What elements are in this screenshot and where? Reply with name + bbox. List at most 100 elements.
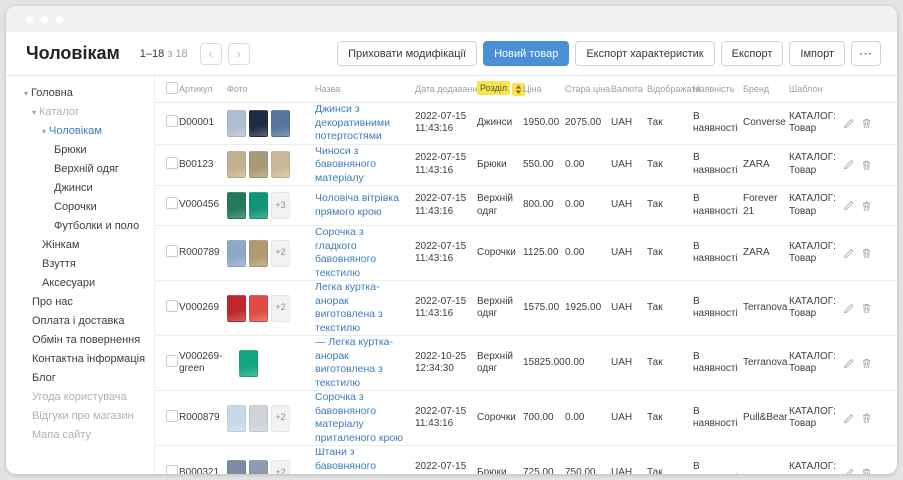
sidebar-item[interactable]: Аксесуари xyxy=(22,274,150,293)
column-header-template[interactable]: Шаблон xyxy=(789,84,843,94)
product-old-price: 0.00 xyxy=(565,199,611,212)
product-name-link[interactable]: — Легка куртка-анорак виготовлена з текс… xyxy=(315,336,393,389)
edit-icon[interactable] xyxy=(843,118,854,129)
column-header-section[interactable]: Розділ xyxy=(477,83,523,96)
row-checkbox[interactable] xyxy=(166,115,178,127)
sidebar-item[interactable]: Джинси xyxy=(22,179,150,198)
delete-icon[interactable] xyxy=(861,117,872,129)
edit-icon[interactable] xyxy=(843,159,854,170)
delete-icon[interactable] xyxy=(861,412,872,424)
product-photo xyxy=(271,151,290,178)
column-header-sku[interactable]: Артикул xyxy=(179,84,227,94)
sidebar-item-label: Джинси xyxy=(54,179,93,198)
column-header-name[interactable]: Назва xyxy=(315,84,415,94)
page-header: Чоловікам 1–18 з 18 ‹ › Приховати модифі… xyxy=(6,32,897,75)
sidebar-item[interactable]: Обмін та повернення xyxy=(22,331,150,350)
sidebar-item[interactable]: Жінкам xyxy=(22,236,150,255)
new-product-button[interactable]: Новий товар xyxy=(483,41,569,66)
delete-icon[interactable] xyxy=(861,159,872,171)
window-dot-icon[interactable] xyxy=(41,16,48,23)
delete-icon[interactable] xyxy=(861,200,872,212)
product-name-link[interactable]: Легка куртка-анорак виготовлена з тексти… xyxy=(315,281,383,334)
product-photos: +2 xyxy=(227,240,315,267)
product-name-link[interactable]: Сорочка з бавовняного матеріалу притален… xyxy=(315,391,403,444)
sidebar-item[interactable]: Угода користувача xyxy=(22,388,150,407)
sidebar-item[interactable]: ▾ Головна xyxy=(22,84,150,103)
column-header-date[interactable]: Дата додавання xyxy=(415,84,477,94)
edit-icon[interactable] xyxy=(843,200,854,211)
more-photos-badge[interactable]: +2 xyxy=(271,405,290,432)
row-checkbox[interactable] xyxy=(166,300,178,312)
window-dot-icon[interactable] xyxy=(56,16,63,23)
sidebar-item-label: Головна xyxy=(31,84,73,103)
product-availability: В наявності xyxy=(693,111,743,136)
edit-icon[interactable] xyxy=(843,413,854,424)
sidebar-item[interactable]: Сорочки xyxy=(22,198,150,217)
row-actions xyxy=(843,200,883,212)
next-page-button[interactable]: › xyxy=(228,43,250,65)
row-checkbox[interactable] xyxy=(166,157,178,169)
export-button[interactable]: Експорт xyxy=(721,41,784,66)
edit-icon[interactable] xyxy=(843,468,854,475)
sidebar-item[interactable]: Мапа сайту xyxy=(22,426,150,445)
edit-icon[interactable] xyxy=(843,303,854,314)
export-characteristics-button[interactable]: Експорт характеристик xyxy=(575,41,714,66)
sidebar-item[interactable]: Блог xyxy=(22,369,150,388)
more-photos-badge[interactable]: +3 xyxy=(271,192,290,219)
select-all-checkbox[interactable] xyxy=(166,82,178,94)
product-old-price: 0.00 xyxy=(565,159,611,172)
column-header-price[interactable]: Ціна xyxy=(523,84,565,94)
delete-icon[interactable] xyxy=(861,247,872,259)
product-name-link[interactable]: Чоловіча вітрівка прямого крою xyxy=(315,192,399,218)
column-header-availability[interactable]: Наявність xyxy=(693,84,743,94)
sidebar-item[interactable]: ▾ Каталог xyxy=(22,103,150,122)
more-actions-button[interactable]: ⋯ xyxy=(851,41,881,66)
sidebar-item[interactable]: Футболки и поло xyxy=(22,217,150,236)
product-name-link[interactable]: Чиноси з бавовняного матеріалу xyxy=(315,145,376,184)
product-sku: D00001 xyxy=(179,117,227,130)
sidebar-item[interactable]: ▾ Чоловікам xyxy=(22,122,150,141)
product-name-cell: Легка куртка-анорак виготовлена з тексти… xyxy=(315,281,415,335)
row-checkbox[interactable] xyxy=(166,410,178,422)
prev-page-button[interactable]: ‹ xyxy=(200,43,222,65)
row-checkbox-cell xyxy=(155,157,179,174)
row-checkbox-cell xyxy=(155,115,179,132)
sidebar-item[interactable]: Брюки xyxy=(22,141,150,160)
sidebar-item[interactable]: Взуття xyxy=(22,255,150,274)
product-name-link[interactable]: Джинси з декоративними потертостями xyxy=(315,103,390,142)
row-checkbox[interactable] xyxy=(166,355,178,367)
sidebar-item[interactable]: Контактна інформація xyxy=(22,350,150,369)
more-photos-badge[interactable]: +2 xyxy=(271,460,290,475)
sidebar-item-label: Про нас xyxy=(32,293,73,312)
hide-modifications-button[interactable]: Приховати модифікації xyxy=(337,41,477,66)
column-header-display[interactable]: Відображати xyxy=(647,84,693,94)
product-section: Верхній одяг xyxy=(477,193,523,218)
column-header-old_price[interactable]: Стара ціна xyxy=(565,84,611,94)
product-display: Так xyxy=(647,412,693,425)
more-photos-badge[interactable]: +2 xyxy=(271,240,290,267)
edit-icon[interactable] xyxy=(843,248,854,259)
row-checkbox[interactable] xyxy=(166,465,178,474)
delete-icon[interactable] xyxy=(861,357,872,369)
sidebar-item[interactable]: Відгуки про магазин xyxy=(22,407,150,426)
row-checkbox-cell xyxy=(155,300,179,317)
sidebar-item[interactable]: Верхній одяг xyxy=(22,160,150,179)
product-name-link[interactable]: Сорочка з гладкого бавовняного текстилю xyxy=(315,226,376,279)
delete-icon[interactable] xyxy=(861,467,872,474)
column-header-photo[interactable]: Фото xyxy=(227,84,315,94)
row-checkbox[interactable] xyxy=(166,197,178,209)
window-dot-icon[interactable] xyxy=(26,16,33,23)
product-brand: ZARA xyxy=(743,247,789,260)
more-photos-badge[interactable]: +2 xyxy=(271,295,290,322)
column-header-brand[interactable]: Бренд xyxy=(743,84,789,94)
delete-icon[interactable] xyxy=(861,302,872,314)
product-photo xyxy=(227,240,246,267)
sidebar-item[interactable]: Про нас xyxy=(22,293,150,312)
product-display: Так xyxy=(647,159,693,172)
column-header-currency[interactable]: Валюта xyxy=(611,84,647,94)
edit-icon[interactable] xyxy=(843,358,854,369)
import-button[interactable]: Імпорт xyxy=(789,41,845,66)
product-name-link[interactable]: Штани з бавовняного матеріалу прямого кр… xyxy=(315,446,406,474)
row-checkbox[interactable] xyxy=(166,245,178,257)
sidebar-item[interactable]: Оплата і доставка xyxy=(22,312,150,331)
